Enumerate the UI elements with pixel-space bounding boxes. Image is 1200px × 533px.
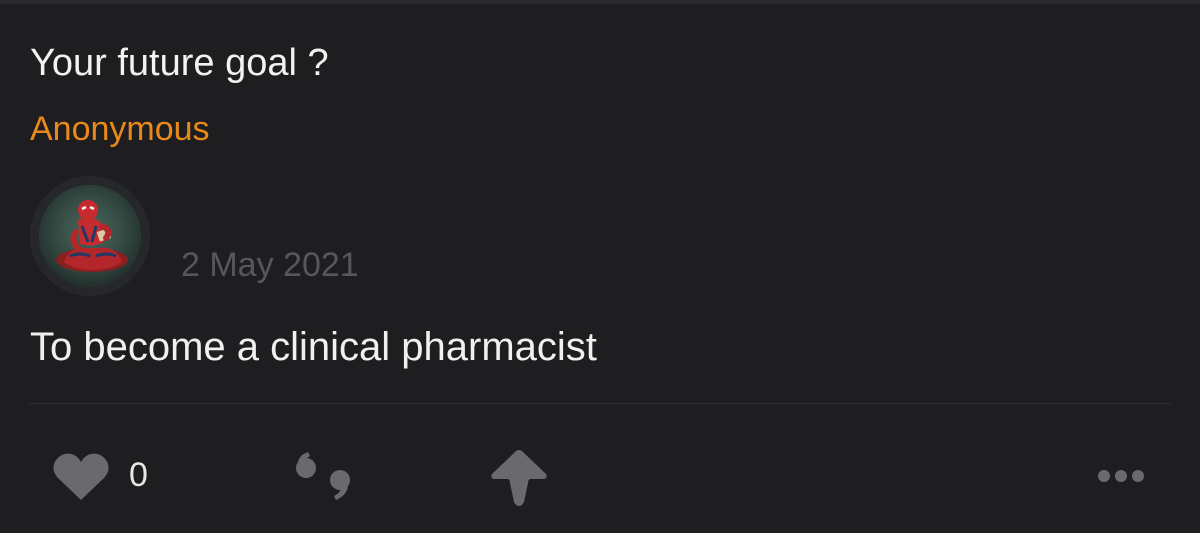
more-button[interactable]	[1096, 466, 1146, 486]
like-count: 0	[129, 456, 148, 494]
more-dots-icon	[1098, 470, 1144, 482]
quote-icon	[296, 452, 350, 500]
avatar[interactable]	[30, 176, 150, 296]
asker-name[interactable]: Anonymous	[30, 110, 210, 149]
quote-button[interactable]	[292, 450, 356, 506]
question-title: Your future goal ?	[30, 42, 329, 84]
avatar-image	[30, 176, 150, 296]
answer-text: To become a clinical pharmacist	[30, 325, 597, 369]
heart-icon	[53, 453, 109, 500]
share-icon	[491, 450, 547, 506]
post-card: Your future goal ? Anonymous 2 May 2021 …	[0, 0, 1200, 533]
like-button[interactable]: 0	[52, 450, 162, 506]
share-button[interactable]	[488, 446, 550, 508]
post-date: 2 May 2021	[181, 246, 359, 284]
divider	[28, 403, 1172, 404]
